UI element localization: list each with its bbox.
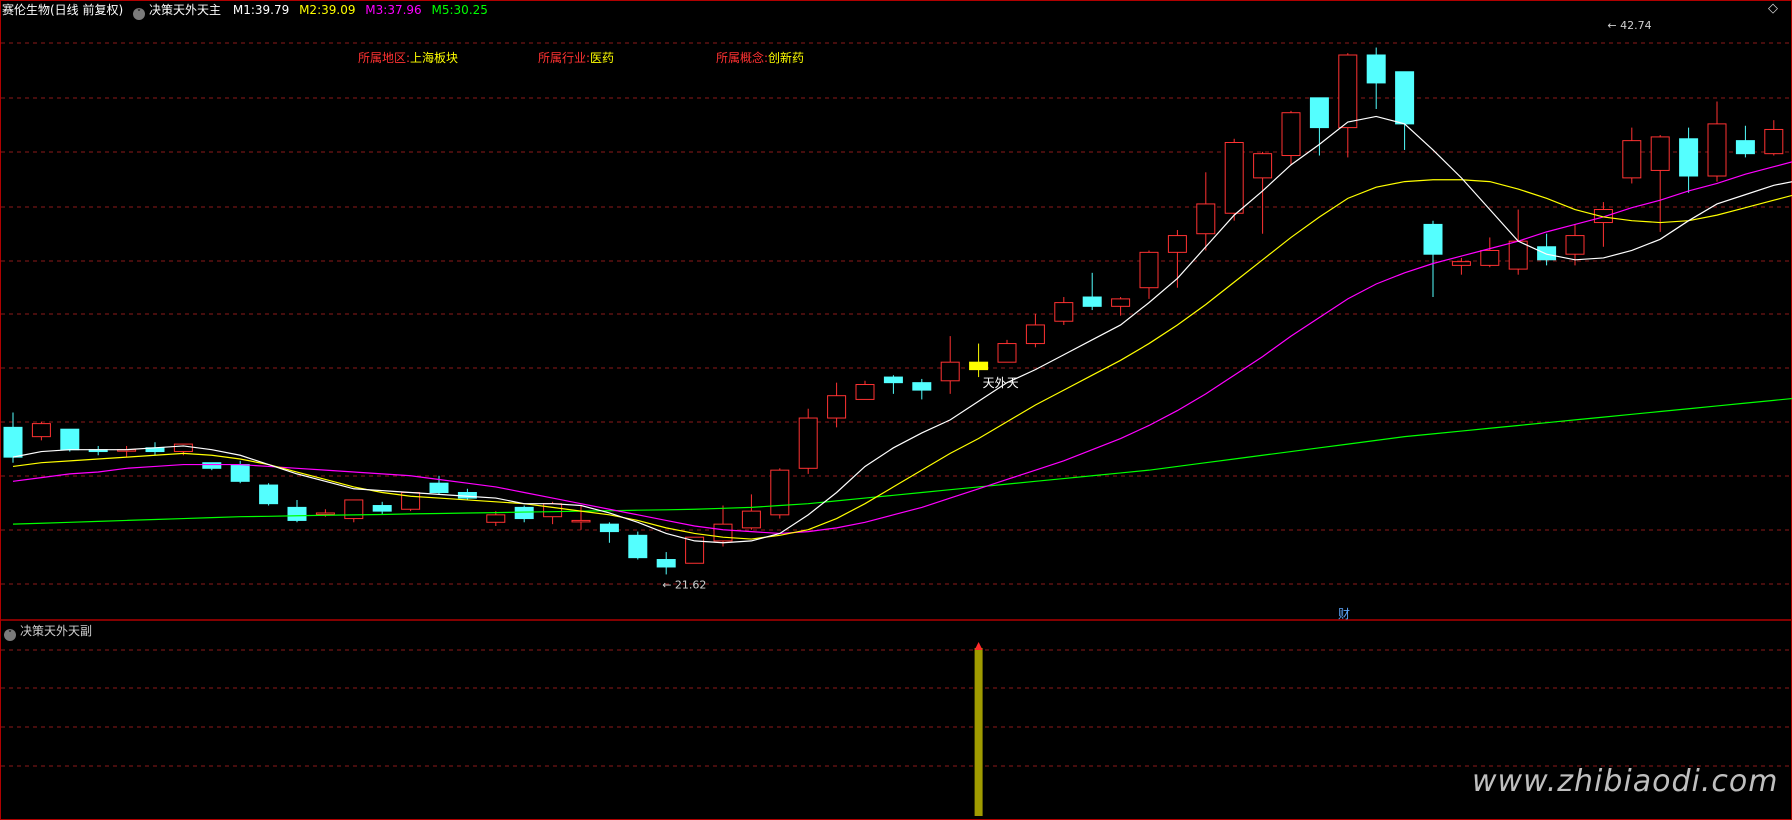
candle-body <box>1622 140 1642 179</box>
candle-body <box>1735 140 1755 155</box>
candle-body <box>770 469 790 516</box>
ma-m2-value: 39.09 <box>321 3 356 17</box>
ma-m5-line <box>12 397 1792 525</box>
watermark: www.zhibiaodi.com <box>1472 764 1779 799</box>
candle-body <box>543 503 563 518</box>
region-label: 所属地区: <box>358 51 411 65</box>
main-panel-header: 赛伦生物(日线 前复权) ˅ 决策天外天主 M1:39.79 M2:39.09 M… <box>2 2 488 20</box>
candle-body <box>315 512 335 515</box>
candle-body <box>827 395 847 419</box>
region-info: 所属地区:上海板块 <box>358 50 458 66</box>
candle-body <box>1054 302 1074 322</box>
high-price-label: ← 42.74 <box>1607 19 1651 32</box>
candle-body <box>60 428 80 451</box>
candle-body <box>571 519 591 523</box>
candle-body <box>1650 136 1670 171</box>
candle-body <box>1480 249 1500 266</box>
signal-bar <box>974 648 983 816</box>
candle-body <box>599 523 619 533</box>
sub-panel-title: 决策天外天副 <box>20 624 93 638</box>
candle-body <box>1309 97 1329 129</box>
candle-body <box>883 376 903 384</box>
candle-body <box>1565 235 1585 255</box>
candlestick-chart: ← 21.62 ← 42.74 天外天财 <box>0 19 1792 816</box>
candle-body <box>344 499 364 520</box>
concept-label: 所属概念: <box>716 51 769 65</box>
candle-body <box>855 384 875 400</box>
candle-body <box>514 506 534 520</box>
candle-body <box>1423 223 1443 255</box>
indicator-menu-icon[interactable]: ˅ <box>133 8 146 20</box>
candle-body <box>259 484 279 505</box>
ma-m2-label: M2: <box>299 3 322 17</box>
candle-body <box>1111 298 1131 307</box>
candle-body <box>287 506 307 521</box>
industry-value: 医药 <box>590 51 615 65</box>
candle-body <box>969 361 989 371</box>
concept-value: 创新药 <box>768 51 805 65</box>
low-price-label: ← 21.62 <box>662 578 706 591</box>
signal-bar-arrow <box>974 642 983 650</box>
ma-m5-label: M5: <box>431 3 454 17</box>
restore-icon[interactable]: ◇ <box>1766 2 1780 16</box>
candle-body <box>1707 123 1727 177</box>
candle-body <box>1451 261 1471 266</box>
candle-body <box>202 462 222 469</box>
candle-body <box>31 423 51 438</box>
candle-body <box>1764 128 1784 155</box>
candle-body <box>741 510 761 529</box>
candle-body <box>713 523 733 542</box>
ma-m3-label: M3: <box>365 3 388 17</box>
signal-label: 天外天 <box>983 376 1019 390</box>
ma-m5-value: 30.25 <box>453 3 488 17</box>
candle-body <box>429 482 449 494</box>
candle-body <box>1338 54 1358 129</box>
candle-body <box>173 443 193 453</box>
industry-label: 所属行业: <box>538 51 591 65</box>
indicator-name: 决策天外天主 <box>149 3 222 17</box>
candle-body <box>1508 240 1528 270</box>
candle-body <box>3 426 23 458</box>
candle-body <box>1224 142 1244 214</box>
candle-body <box>1196 203 1216 235</box>
ma-m3-line <box>12 161 1792 535</box>
candle-body <box>656 559 676 568</box>
candle-body <box>997 343 1017 363</box>
candle-body <box>1167 235 1187 253</box>
candle-body <box>1253 153 1273 179</box>
candle-body <box>1395 71 1415 125</box>
candle-body <box>1366 54 1386 84</box>
fin-label: 财 <box>1338 607 1350 621</box>
ma-m1-value: 39.79 <box>254 3 290 17</box>
candle-body <box>1139 251 1159 289</box>
sub-panel-header: ˅ 决策天外天副 <box>4 623 92 641</box>
stock-name: 赛伦生物(日线 前复权) <box>2 3 124 17</box>
ma-m3-value: 37.96 <box>387 3 422 17</box>
candle-body <box>798 417 818 469</box>
candle-body <box>372 505 392 512</box>
candle-body <box>912 382 932 391</box>
ma-m1-label: M1: <box>232 3 255 17</box>
candle-body <box>486 514 506 523</box>
candle-body <box>1593 209 1613 224</box>
candle-body <box>1082 296 1102 307</box>
industry-info: 所属行业:医药 <box>538 50 614 66</box>
region-value: 上海板块 <box>410 51 459 65</box>
candle-body <box>1537 246 1557 261</box>
candle-body <box>230 464 250 482</box>
candle-body <box>628 534 648 559</box>
candle-body <box>940 361 960 382</box>
sub-indicator-menu-icon[interactable]: ˅ <box>4 629 16 641</box>
candle-body <box>1281 112 1301 157</box>
ma-m2-line <box>12 179 1792 540</box>
candle-body <box>1025 324 1045 345</box>
ma-m1-line <box>12 115 1792 544</box>
concept-info: 所属概念:创新药 <box>716 50 804 66</box>
candle-body <box>1679 138 1699 177</box>
